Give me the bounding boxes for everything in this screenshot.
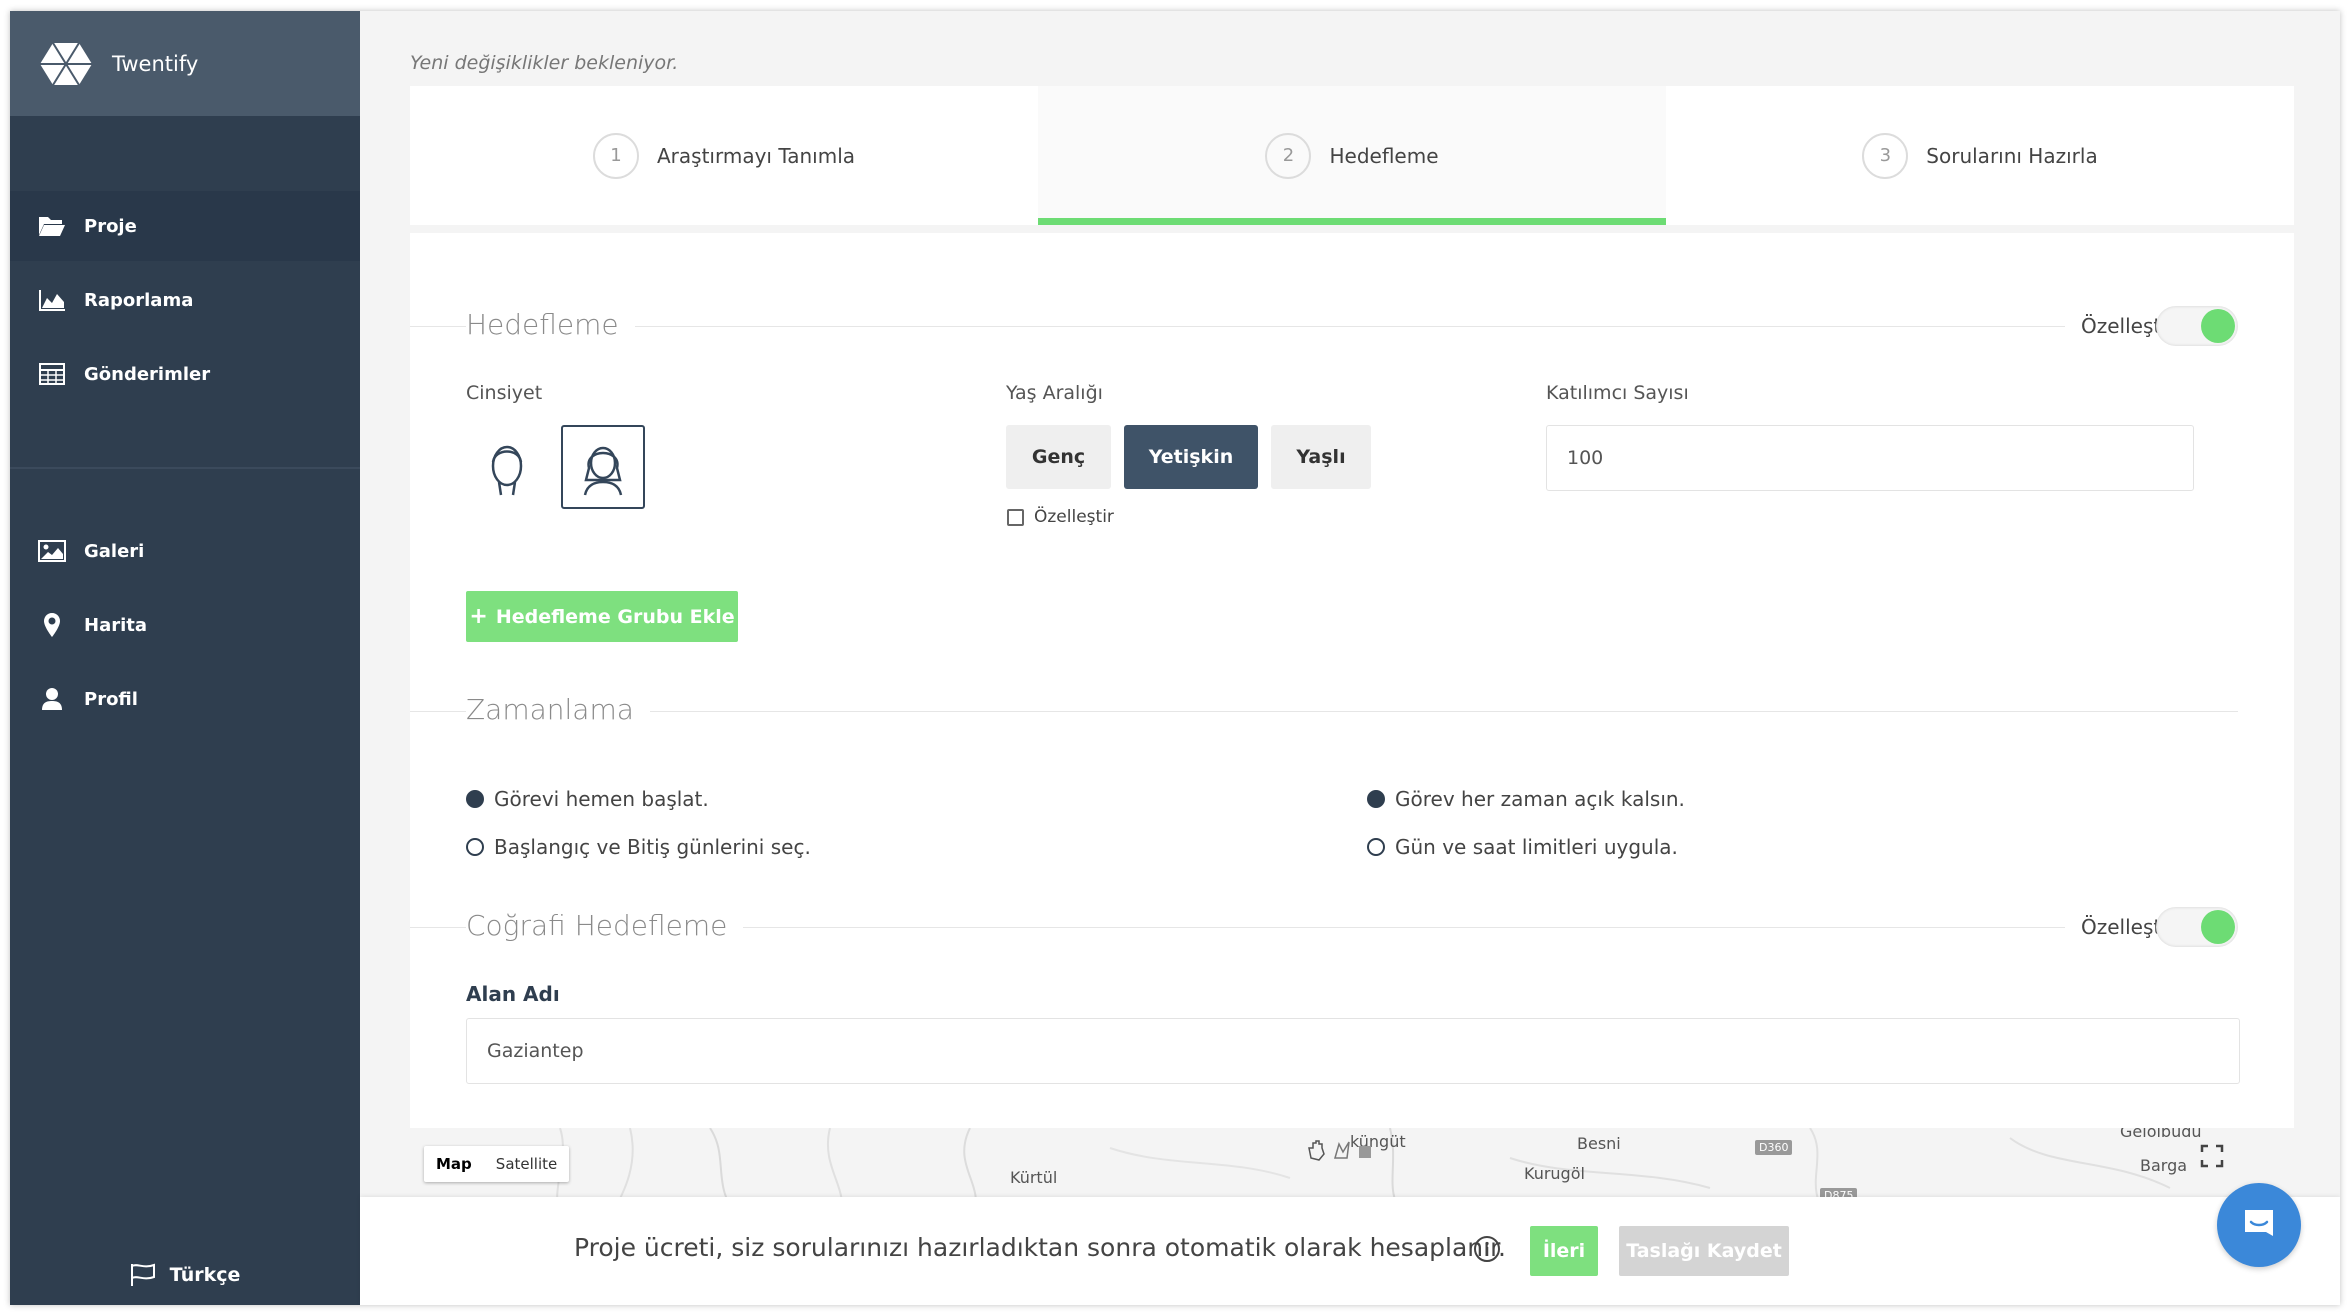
always-open-radio[interactable]: Görev her zaman açık kalsın. bbox=[1367, 787, 1685, 811]
radio-dot bbox=[1367, 790, 1385, 808]
toggle-knob bbox=[2201, 910, 2235, 944]
checkbox-label: Özelleştir bbox=[1034, 507, 1114, 527]
save-draft-button[interactable]: Taslağı Kaydet bbox=[1619, 1226, 1789, 1276]
sidebar-item-proje[interactable]: Proje bbox=[10, 191, 360, 261]
map-place-label: Gelölbudu bbox=[2120, 1128, 2202, 1141]
radio-label: Görev her zaman açık kalsın. bbox=[1395, 787, 1685, 811]
map-marker-icon bbox=[38, 611, 66, 639]
add-targeting-group-button[interactable]: + Hedefleme Grubu Ekle bbox=[466, 591, 738, 642]
apply-limits-radio[interactable]: Gün ve saat limitleri uygula. bbox=[1367, 835, 1678, 859]
pending-status: Yeni değişiklikler bekleniyor. bbox=[410, 52, 679, 74]
sidebar-item-label: Profil bbox=[84, 688, 138, 710]
radio-dot bbox=[466, 790, 484, 808]
main-content: Yeni değişiklikler bekleniyor. 1 Araştır… bbox=[360, 11, 2340, 1305]
map-place-label: Besni bbox=[1577, 1134, 1621, 1153]
footer-bar: Proje ücreti, siz sorularınızı hazırladı… bbox=[360, 1197, 2340, 1305]
twentify-logo-icon bbox=[40, 41, 92, 86]
sidebar-item-label: Harita bbox=[84, 614, 148, 636]
male-avatar-icon bbox=[491, 445, 523, 496]
folder-open-icon bbox=[38, 212, 66, 240]
gender-female-option[interactable] bbox=[561, 425, 645, 509]
step-tabs: 1 Araştırmayı Tanımla 2 Hedefleme 3 Soru… bbox=[410, 86, 2294, 225]
geo-title: Coğrafi Hedefleme bbox=[466, 909, 744, 942]
radio-label: Görevi hemen başlat. bbox=[494, 787, 709, 811]
area-name-input[interactable]: Gaziantep bbox=[466, 1018, 2240, 1084]
satellite-tab[interactable]: Satellite bbox=[484, 1146, 569, 1182]
next-button[interactable]: İleri bbox=[1530, 1226, 1598, 1276]
age-range-label: Yaş Aralığı bbox=[1006, 382, 1103, 404]
sidebar-item-galeri[interactable]: Galeri bbox=[10, 516, 360, 586]
age-genc-button[interactable]: Genç bbox=[1006, 425, 1111, 489]
sidebar-item-label: Proje bbox=[84, 215, 137, 237]
fee-info-text: Proje ücreti, siz sorularınızı hazırladı… bbox=[574, 1233, 1506, 1262]
female-avatar-icon bbox=[583, 446, 623, 496]
start-now-radio[interactable]: Görevi hemen başlat. bbox=[466, 787, 709, 811]
radio-dot bbox=[466, 838, 484, 856]
road-badge: D360 bbox=[1755, 1140, 1793, 1155]
language-label: Türkçe bbox=[169, 1264, 241, 1286]
targeting-customize-toggle[interactable] bbox=[2156, 306, 2238, 346]
map-tools-icon[interactable] bbox=[1305, 1138, 1375, 1164]
add-group-label: Hedefleme Grubu Ekle bbox=[495, 605, 735, 628]
timing-title: Zamanlama bbox=[466, 693, 650, 726]
sidebar-item-gonderimler[interactable]: Gönderimler bbox=[10, 339, 360, 409]
sidebar-item-harita[interactable]: Harita bbox=[10, 590, 360, 660]
sidebar-divider bbox=[10, 467, 360, 469]
plus-icon: + bbox=[469, 604, 488, 629]
image-icon bbox=[38, 537, 66, 565]
map-place-label: Barga bbox=[2140, 1156, 2188, 1175]
step-label: Hedefleme bbox=[1329, 143, 1439, 168]
fullscreen-icon[interactable] bbox=[2200, 1144, 2224, 1168]
targeting-title: Hedefleme bbox=[466, 308, 635, 341]
age-yetiskin-button[interactable]: Yetişkin bbox=[1124, 425, 1258, 489]
flag-icon bbox=[130, 1263, 155, 1286]
language-selector[interactable]: Türkçe bbox=[10, 1263, 360, 1287]
form-card: Hedefleme Özelleştir Cinsiyet Yaş Aralığ… bbox=[410, 233, 2294, 1305]
checkbox-box bbox=[1007, 508, 1024, 526]
brand[interactable]: Twentify bbox=[10, 11, 360, 116]
radio-dot bbox=[1367, 838, 1385, 856]
step-number: 1 bbox=[592, 132, 639, 179]
radio-label: Başlangıç ve Bitiş günlerini seç. bbox=[494, 835, 811, 859]
participant-count-label: Katılımcı Sayısı bbox=[1546, 382, 1689, 404]
radio-label: Gün ve saat limitleri uygula. bbox=[1395, 835, 1678, 859]
tab-step-2[interactable]: 2 Hedefleme bbox=[1038, 86, 1666, 225]
sidebar-item-profil[interactable]: Profil bbox=[10, 664, 360, 734]
step-label: Araştırmayı Tanımla bbox=[656, 143, 856, 168]
toggle-knob bbox=[2201, 309, 2235, 343]
choose-dates-radio[interactable]: Başlangıç ve Bitiş günlerini seç. bbox=[466, 835, 811, 859]
map-type-switch: Map Satellite bbox=[424, 1146, 570, 1182]
age-yasli-button[interactable]: Yaşlı bbox=[1271, 425, 1371, 489]
step-label: Sorularını Hazırla bbox=[1926, 143, 2098, 168]
gender-male-option[interactable] bbox=[466, 427, 548, 509]
chat-launcher-button[interactable] bbox=[2217, 1183, 2301, 1267]
geo-customize-toggle[interactable] bbox=[2156, 907, 2238, 947]
sidebar-item-label: Galeri bbox=[84, 540, 145, 562]
sidebar: Twentify Proje Raporlama Gönderimler Gal… bbox=[10, 11, 360, 1305]
app-name: Twentify bbox=[112, 51, 199, 76]
section-divider bbox=[410, 711, 2238, 712]
sidebar-item-raporlama[interactable]: Raporlama bbox=[10, 265, 360, 335]
step-number: 2 bbox=[1265, 132, 1312, 179]
chat-icon bbox=[2245, 1210, 2273, 1236]
user-icon bbox=[38, 685, 66, 713]
map-place-label: Kürtül bbox=[1010, 1168, 1058, 1187]
tab-step-1[interactable]: 1 Araştırmayı Tanımla bbox=[410, 86, 1038, 225]
age-customize-checkbox[interactable]: Özelleştir bbox=[1007, 507, 1114, 527]
step-number: 3 bbox=[1862, 132, 1909, 179]
area-chart-icon bbox=[38, 286, 66, 314]
participant-count-input[interactable]: 100 bbox=[1546, 425, 2194, 491]
sidebar-item-label: Raporlama bbox=[84, 289, 194, 311]
gender-label: Cinsiyet bbox=[466, 382, 543, 404]
info-icon[interactable] bbox=[1473, 1235, 1501, 1263]
map-tab[interactable]: Map bbox=[424, 1146, 484, 1182]
section-divider bbox=[410, 326, 2234, 327]
tab-step-3[interactable]: 3 Sorularını Hazırla bbox=[1666, 86, 2294, 225]
map-place-label: Kurugöl bbox=[1524, 1164, 1585, 1183]
sidebar-item-label: Gönderimler bbox=[84, 363, 211, 385]
app-window: Twentify Proje Raporlama Gönderimler Gal… bbox=[10, 11, 2340, 1305]
table-icon bbox=[38, 360, 66, 388]
area-name-label: Alan Adı bbox=[466, 982, 560, 1006]
